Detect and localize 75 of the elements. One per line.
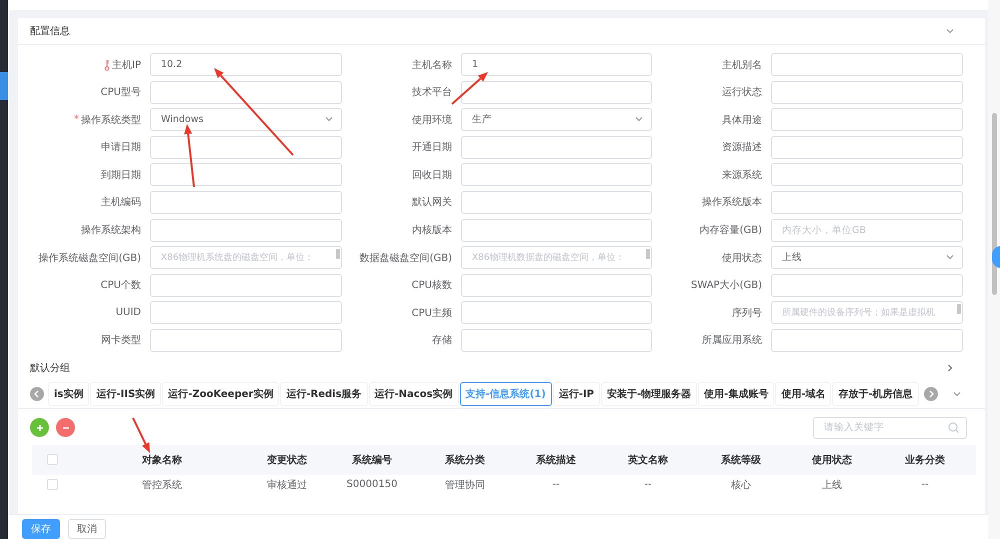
field-label: 具体用途 <box>722 114 762 127</box>
table-cell-text: -- <box>643 479 653 490</box>
column-header: 业务分类 <box>904 454 946 467</box>
column-header: 系统编号 <box>351 454 393 467</box>
field-label: 使用状态 <box>722 252 762 265</box>
field-label: CPU型号 <box>100 86 141 100</box>
field-label: 主机别名 <box>722 58 762 72</box>
field-label: CPU个数 <box>100 279 141 292</box>
column-header: 系统描述 <box>535 454 577 467</box>
required-mark: * <box>74 114 79 126</box>
field-label: 数据盘磁盘空间(GB) <box>360 252 452 265</box>
field-label: 内存容量(GB) <box>700 224 762 238</box>
field-label: 操作系统版本 <box>702 196 762 210</box>
table-cell-text: 上线 <box>821 478 843 492</box>
column-header: 系统分类 <box>444 454 486 467</box>
field-label: 操作系统架构 <box>81 224 141 238</box>
section-title: 配置信息 <box>30 24 70 38</box>
column-header: 系统等级 <box>720 454 762 467</box>
input-field[interactable]: 10.2 <box>150 53 342 76</box>
relation-tab[interactable]: 存放于-机房信息 <box>832 382 919 406</box>
relation-tab[interactable]: is实例 <box>48 382 90 406</box>
column-header: 英文名称 <box>627 454 669 467</box>
relation-tab[interactable]: 运行-IP <box>552 382 600 406</box>
field-label: 序列号 <box>732 306 762 320</box>
relation-tab[interactable]: 运行-IIS实例 <box>90 382 162 406</box>
column-header: 变更状态 <box>266 453 308 467</box>
field-label: 内核版本 <box>412 224 452 238</box>
field-label: 默认网关 <box>412 196 452 210</box>
table-cell-text: -- <box>920 479 930 490</box>
field-label: CPU核数 <box>412 278 452 292</box>
field-label: 网卡类型 <box>101 334 141 348</box>
column-header: 对象名称 <box>140 454 183 467</box>
field-label: 主机编码 <box>101 196 141 210</box>
column-header: 使用状态 <box>810 454 853 467</box>
relation-tab[interactable]: 使用-域名 <box>775 382 832 406</box>
field-label: 所属应用系统 <box>702 334 762 348</box>
relation-tab[interactable]: 安装于-物理服务器 <box>601 382 698 406</box>
table-cell-text: S0000150 <box>346 479 398 490</box>
select-field[interactable]: Windows <box>150 108 342 132</box>
table-cell-text: 管控系统 <box>141 478 183 492</box>
field-label: SWAP大小(GB) <box>691 278 762 292</box>
field-label: 使用环境 <box>412 114 452 127</box>
field-label: 操作系统磁盘空间(GB) <box>38 252 141 265</box>
field-label: 申请日期 <box>101 140 141 154</box>
relation-tab[interactable]: 运行-ZooKeeper实例 <box>162 382 280 406</box>
field-label: 主机名称 <box>412 58 452 72</box>
field-label: 运行状态 <box>722 86 762 100</box>
textarea-field[interactable]: X86物理机数据盘的磁盘空间，单位： <box>461 246 652 270</box>
field-label: 技术平台 <box>412 86 452 100</box>
input-field[interactable]: 1 <box>461 53 652 76</box>
select-field[interactable]: 上线 <box>771 246 963 270</box>
table-cell-text: 核心 <box>730 478 752 492</box>
relation-tab[interactable]: 使用-集成账号 <box>698 382 774 406</box>
field-label: 主机IP <box>112 58 141 72</box>
textarea-field[interactable]: X86物理机系统盘的磁盘空间，单位： <box>150 246 342 270</box>
field-label: 到期日期 <box>101 168 141 182</box>
field-label: 开通日期 <box>412 140 452 154</box>
select-field[interactable]: 生产 <box>461 108 652 132</box>
field-label: 操作系统类型 <box>81 114 141 127</box>
table-cell-text: -- <box>551 479 561 490</box>
relation-tab[interactable]: 运行-Nacos实例 <box>368 382 459 406</box>
cancel-button[interactable]: 取消 <box>68 519 106 539</box>
field-label: 存储 <box>432 334 452 348</box>
relation-tab[interactable]: 运行-Redis服务 <box>280 382 368 406</box>
field-label: 回收日期 <box>412 168 452 182</box>
table-cell-text: 审核通过 <box>266 478 308 492</box>
field-label: CPU主频 <box>412 306 452 320</box>
textarea-field[interactable]: 所属硬件的设备序列号；如果是虚拟机 <box>771 301 963 324</box>
search-field[interactable]: 请输入关键字 <box>813 416 967 439</box>
field-label: UUID <box>116 307 141 318</box>
input-field[interactable]: 内存大小，单位GB <box>771 218 963 242</box>
section-title: 默认分组 <box>30 362 70 375</box>
table-cell-text: 管理协同 <box>444 478 486 492</box>
field-label: 资源描述 <box>722 140 762 154</box>
field-label: 来源系统 <box>722 168 762 182</box>
